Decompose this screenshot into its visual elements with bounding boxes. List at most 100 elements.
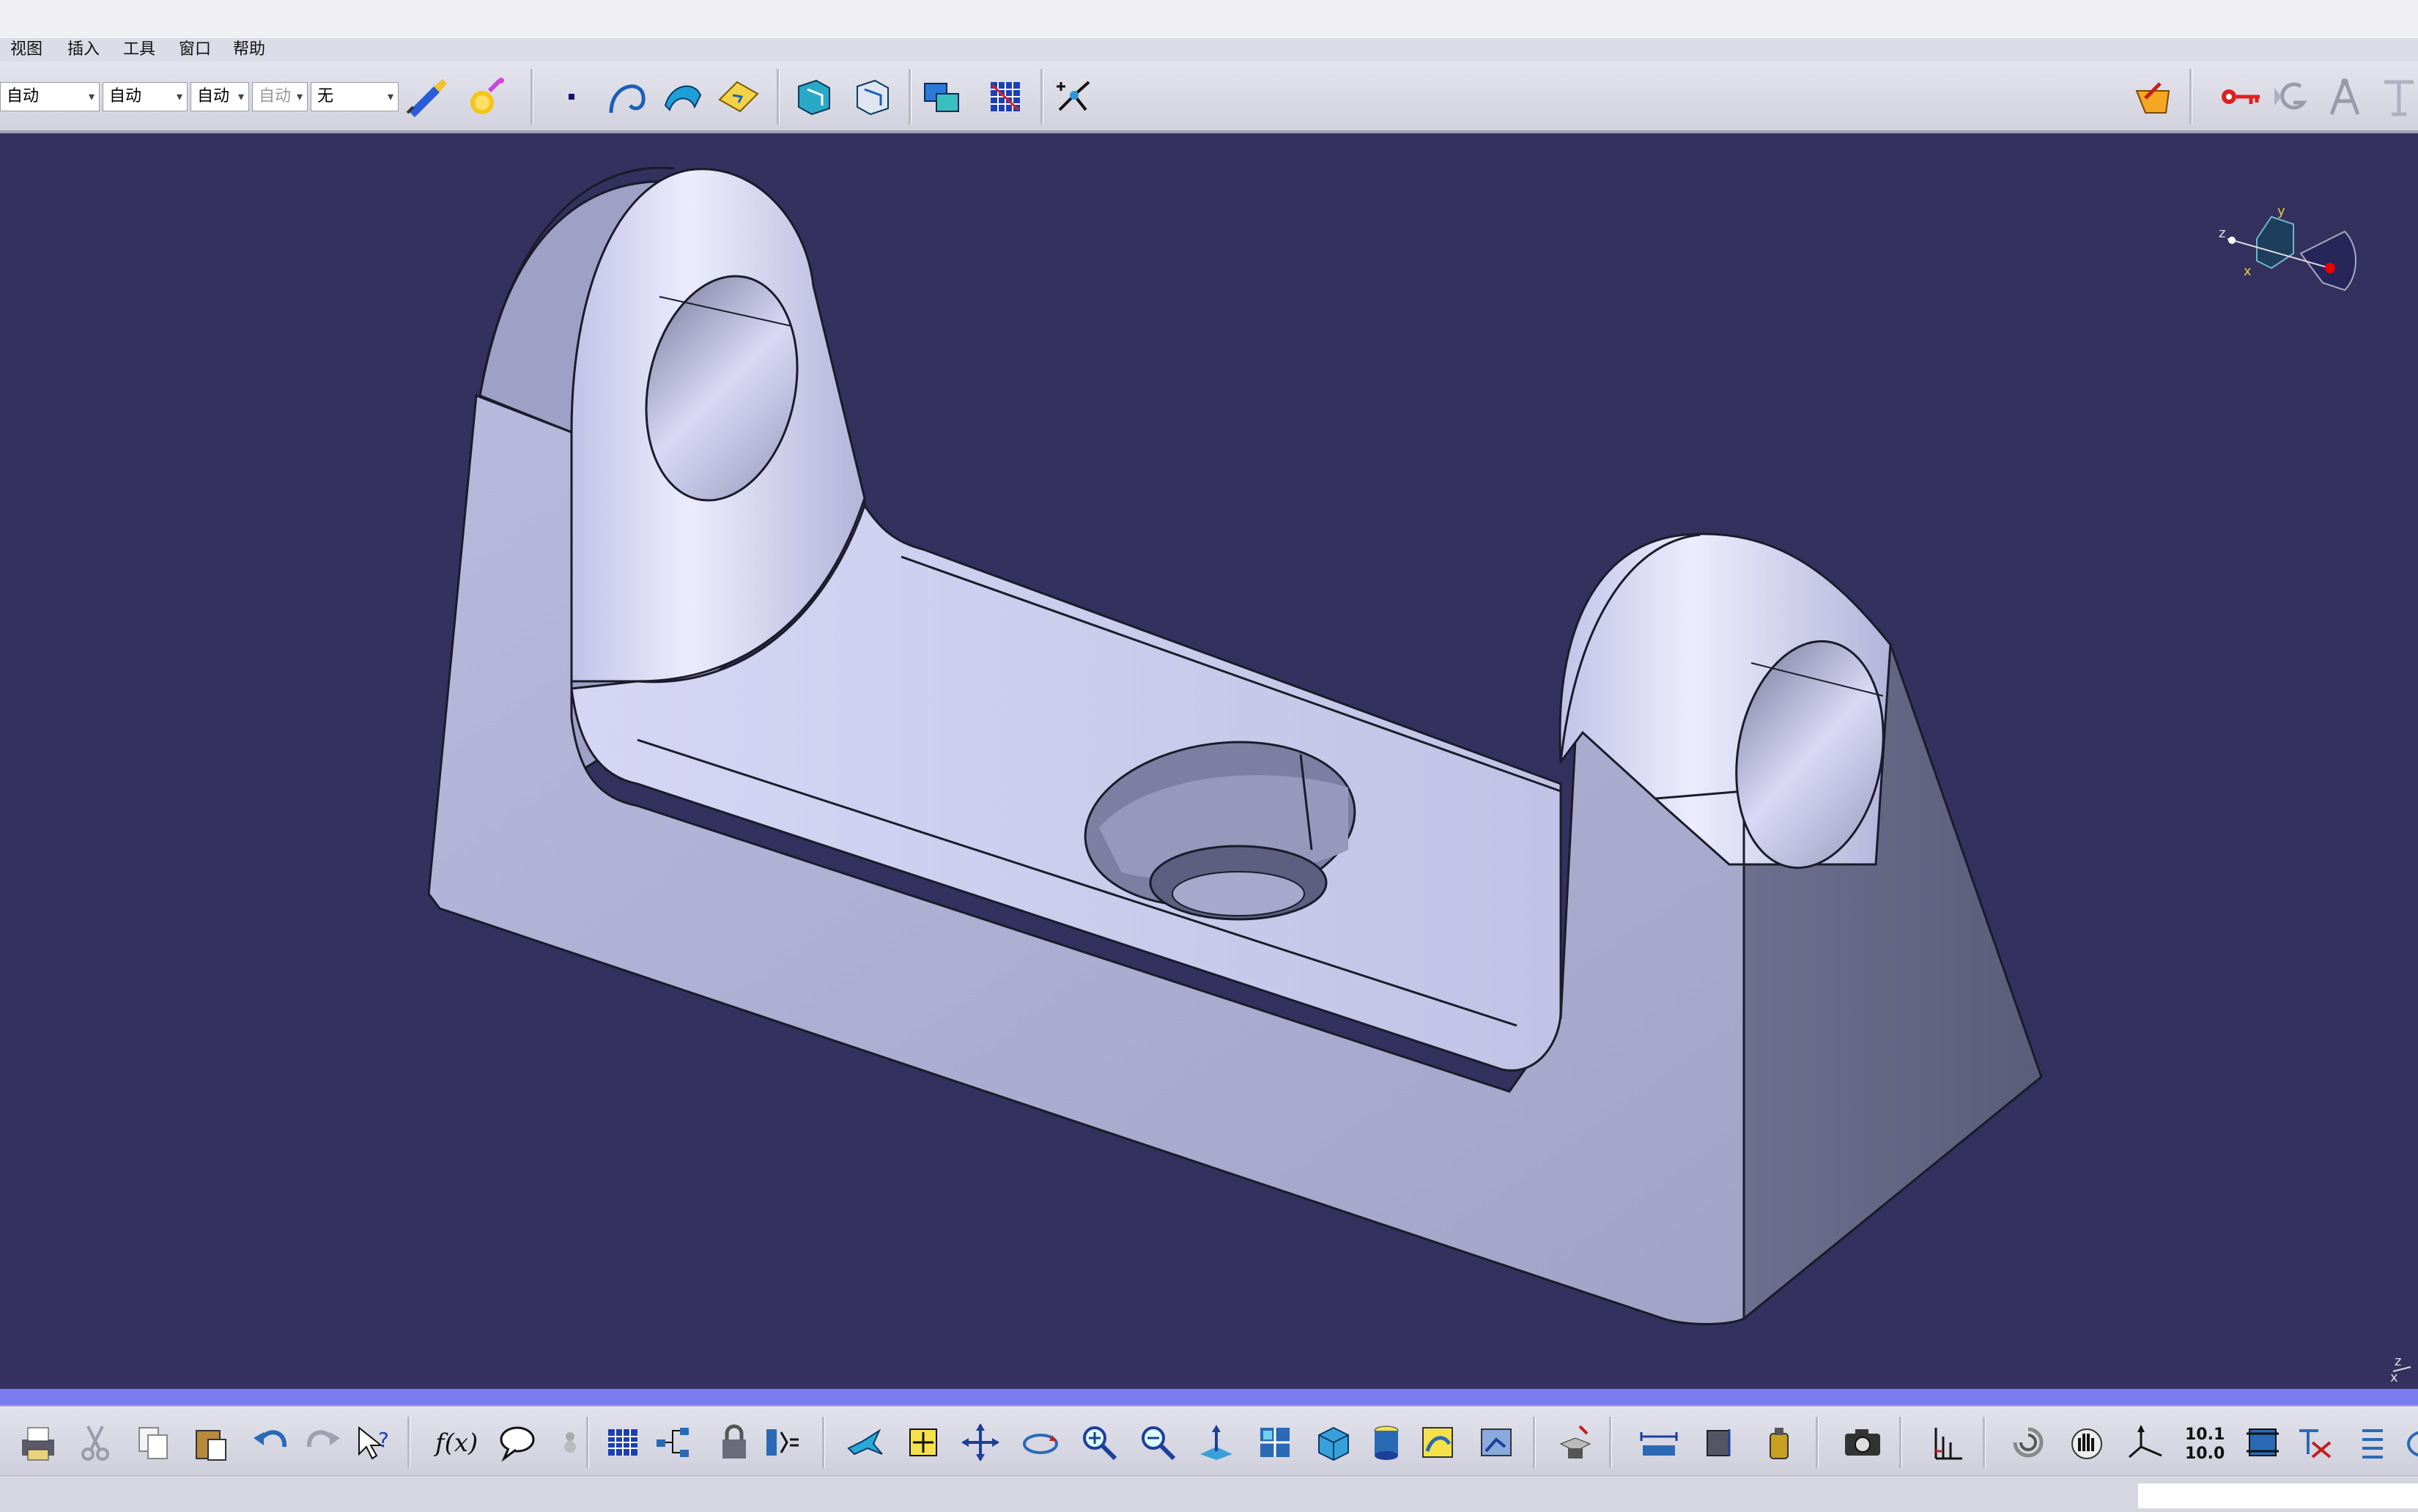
sketch-output-icon[interactable]	[850, 73, 894, 120]
list-icon[interactable]	[2351, 1418, 2395, 1467]
point-icon[interactable]	[550, 73, 594, 120]
weight-combo-value: 自动	[259, 87, 292, 105]
whats-this-icon[interactable]: ?	[352, 1418, 396, 1467]
toolbar-separator	[1040, 69, 1043, 125]
compass-x-label: x	[2244, 264, 2252, 279]
paste-icon[interactable]	[189, 1418, 233, 1467]
compass-icon[interactable]	[2123, 1418, 2167, 1467]
measure-icon[interactable]	[920, 73, 964, 120]
toolbar-separator	[530, 69, 533, 125]
fit-all-icon[interactable]	[901, 1418, 945, 1467]
chevron-down-icon: ▾	[387, 89, 393, 103]
constraint-icon[interactable]	[2292, 1418, 2336, 1467]
toolbar-separator	[1983, 1417, 1986, 1468]
normal-view-icon[interactable]	[1194, 1418, 1238, 1467]
thickness-combo-value: 自动	[197, 87, 230, 105]
menu-help[interactable]: 帮助	[233, 38, 265, 62]
part-model[interactable]	[0, 133, 2418, 1389]
color-combo-value: 自动	[7, 87, 40, 105]
linetype-combo[interactable]: 自动 ▾	[103, 82, 188, 111]
3d-viewport[interactable]: z y x z x	[0, 133, 2418, 1389]
precision-icon[interactable]: 10.1 10.0	[2182, 1418, 2226, 1467]
painter-brush-icon[interactable]	[404, 73, 448, 120]
measure-item-icon[interactable]	[1698, 1418, 1742, 1467]
cut-icon[interactable]	[73, 1418, 117, 1467]
accent-strip	[0, 1389, 2418, 1405]
key-icon[interactable]	[2219, 73, 2263, 120]
comment-icon[interactable]	[495, 1418, 539, 1467]
layer-combo[interactable]: 无 ▾	[311, 82, 399, 111]
measure-inertia-icon[interactable]	[1757, 1418, 1801, 1467]
toolbar-separator	[1533, 1417, 1536, 1468]
window-title-bar	[0, 0, 2418, 39]
toolbar-separator	[1899, 1417, 1902, 1468]
hide-show-icon[interactable]	[1416, 1418, 1460, 1467]
precision-top-text: 10.1	[2185, 1426, 2225, 1444]
chevron-down-icon: ▾	[176, 89, 182, 103]
shading-icon[interactable]	[1364, 1418, 1408, 1467]
undo-icon[interactable]	[249, 1418, 293, 1467]
surface-icon[interactable]	[661, 73, 705, 120]
fly-mode-icon[interactable]	[843, 1418, 887, 1467]
compass-tool-icon[interactable]	[2323, 73, 2367, 120]
multi-view-icon[interactable]	[1253, 1418, 1297, 1467]
mini-axis-widget: z x	[2390, 1354, 2411, 1385]
snap-icon[interactable]	[2241, 1418, 2285, 1467]
compass-widget[interactable]: z y x	[2213, 195, 2389, 319]
catalog-icon[interactable]	[1553, 1418, 1597, 1467]
weight-combo[interactable]: 自动 ▾	[252, 82, 308, 111]
mini-axis-x-label: x	[2390, 1370, 2398, 1385]
pan-icon[interactable]	[958, 1418, 1002, 1467]
menu-window[interactable]: 窗口	[179, 38, 211, 62]
toolbar-separator	[909, 69, 912, 125]
toolbar-separator	[777, 69, 780, 125]
precision-bottom-text: 10.0	[2185, 1445, 2225, 1463]
sketch-view-icon[interactable]	[791, 73, 835, 120]
rotate-icon[interactable]	[1018, 1418, 1062, 1467]
apply-material-icon[interactable]	[465, 73, 509, 120]
menu-tools[interactable]: 工具	[123, 38, 155, 62]
curve-icon[interactable]	[605, 73, 649, 120]
toolbar-separator	[586, 1417, 589, 1468]
reframe-icon[interactable]	[2006, 1418, 2050, 1467]
chevron-down-icon: ▾	[88, 89, 95, 103]
more-tools-icon[interactable]	[2390, 1418, 2418, 1467]
toolbar-separator	[2189, 69, 2192, 125]
menu-insert[interactable]: 插入	[67, 38, 100, 62]
axis-system-icon[interactable]	[1924, 1418, 1968, 1467]
equation-icon[interactable]	[759, 1418, 803, 1467]
plane-icon[interactable]	[717, 73, 761, 120]
grid-snap-icon[interactable]	[983, 73, 1027, 120]
formula-icon[interactable]: f(x)	[434, 1418, 478, 1467]
mini-axis-z-label: z	[2395, 1354, 2401, 1369]
table-icon[interactable]	[601, 1418, 645, 1467]
linetype-combo-value: 自动	[109, 87, 142, 105]
status-bar	[0, 1475, 2418, 1512]
chevron-down-icon: ▾	[296, 89, 303, 103]
capture-icon[interactable]	[1841, 1418, 1885, 1467]
text-tool-icon[interactable]	[2377, 73, 2418, 120]
analysis-icon[interactable]	[1052, 73, 1096, 120]
color-combo[interactable]: 自动 ▾	[0, 82, 100, 111]
layer-combo-value: 无	[317, 87, 334, 105]
bottom-toolbar: ? f(x) 10.1 10.0	[0, 1405, 2418, 1477]
generative-icon[interactable]	[2271, 73, 2315, 120]
command-input[interactable]	[2138, 1483, 2418, 1508]
copy-icon[interactable]	[130, 1418, 174, 1467]
redo-icon[interactable]	[300, 1418, 344, 1467]
menu-view[interactable]: 视图	[10, 38, 42, 62]
lock-icon[interactable]	[712, 1418, 756, 1467]
measure-between-icon[interactable]	[1637, 1418, 1681, 1467]
menu-bar: 视图 插入 工具 窗口 帮助	[0, 38, 2418, 62]
iso-view-icon[interactable]	[1312, 1418, 1356, 1467]
swap-visible-icon[interactable]	[1474, 1418, 1518, 1467]
thickness-combo[interactable]: 自动 ▾	[191, 82, 249, 111]
toolbar-separator	[822, 1417, 825, 1468]
print-icon[interactable]	[16, 1418, 60, 1467]
zoom-out-icon[interactable]	[1136, 1418, 1180, 1467]
tree-icon[interactable]	[652, 1418, 696, 1467]
knowledge-icon[interactable]	[2131, 73, 2175, 120]
knowledge-advisor-icon[interactable]	[548, 1418, 592, 1467]
zoom-in-icon[interactable]	[1077, 1418, 1121, 1467]
manipulate-icon[interactable]	[2065, 1418, 2109, 1467]
